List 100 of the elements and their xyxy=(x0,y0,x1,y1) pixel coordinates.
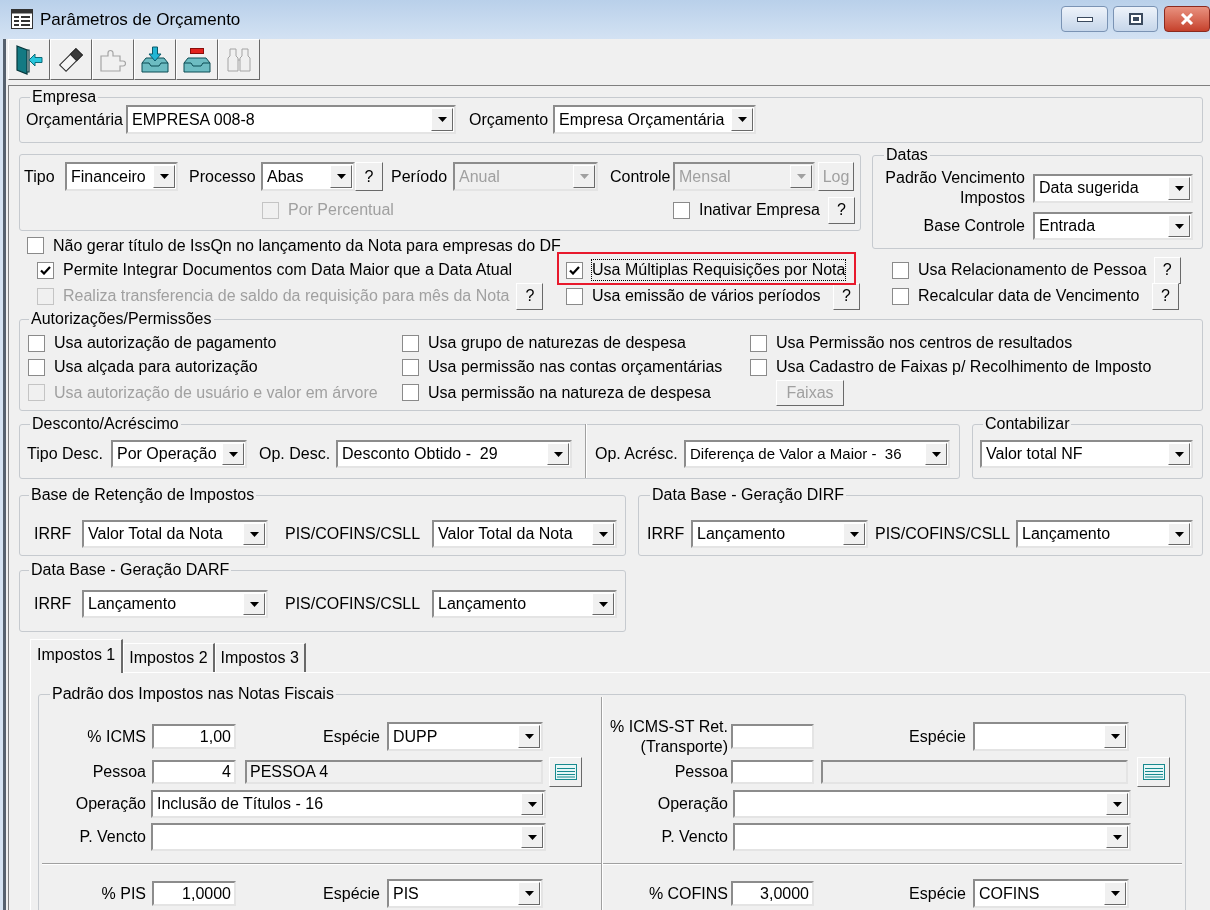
checkbox[interactable] xyxy=(28,334,45,352)
group-title: Base de Retenção de Impostos xyxy=(30,486,256,504)
group-title: Contabilizar xyxy=(984,415,1071,433)
minimize-button[interactable] xyxy=(1061,6,1108,32)
toolbar-button[interactable] xyxy=(50,39,92,80)
dropdown[interactable]: Data sugerida xyxy=(1033,173,1193,203)
field-label: % COFINS xyxy=(647,883,728,904)
field-label: Orçamentária xyxy=(26,109,124,130)
dropdown[interactable]: Lançamento xyxy=(82,590,268,618)
checkbox[interactable] xyxy=(892,261,909,279)
help-button[interactable]: ? xyxy=(828,196,855,224)
group-title: Autorizações/Permissões xyxy=(30,310,213,328)
checkbox[interactable] xyxy=(27,237,44,254)
checkbox-label: Usa Cadastro de Faixas p/ Recolhimento de Imposto xyxy=(775,357,1153,377)
field-label: Espécie xyxy=(323,726,380,747)
checkbox[interactable] xyxy=(566,261,583,279)
help-button[interactable]: ? xyxy=(355,162,383,191)
checkbox-label: Inativar Empresa xyxy=(698,200,821,220)
field-label: Período xyxy=(391,166,449,187)
group-title: Data Base - Geração DIRF xyxy=(651,486,846,504)
input-field[interactable] xyxy=(731,760,814,784)
dropdown[interactable] xyxy=(733,823,1131,851)
field-label: Pessoa xyxy=(91,762,146,782)
checkbox[interactable] xyxy=(566,287,583,305)
dropdown[interactable] xyxy=(733,790,1131,818)
readonly-field[interactable]: PESSOA 4 xyxy=(245,760,543,784)
help-button[interactable]: ? xyxy=(1152,282,1179,310)
dropdown[interactable]: Lançamento xyxy=(1016,520,1193,548)
dropdown[interactable]: Abas xyxy=(261,162,355,191)
dropdown[interactable]: Financeiro xyxy=(65,162,178,191)
field-label: IRRF xyxy=(647,524,686,544)
field-label: Tipo Desc. xyxy=(27,444,104,464)
input-field[interactable]: 4 xyxy=(152,760,236,784)
group-title: Desconto/Acréscimo xyxy=(31,415,180,433)
dropdown[interactable]: Lançamento xyxy=(432,590,617,618)
dropdown[interactable]: Lançamento xyxy=(691,520,868,548)
field-label: Tipo xyxy=(24,166,56,187)
tab[interactable]: Impostos 2 xyxy=(123,643,215,672)
checkbox-label: Usa permissão nas contas orçamentárias xyxy=(427,357,724,377)
field-label: % ICMS xyxy=(86,726,146,747)
field-label: % PIS xyxy=(100,883,146,904)
tab[interactable]: Impostos 3 xyxy=(214,643,306,672)
dropdown[interactable]: Valor total NF xyxy=(980,440,1193,468)
dropdown[interactable]: Valor Total da Nota xyxy=(82,520,268,548)
dropdown[interactable]: Inclusão de Títulos - 16 xyxy=(151,790,546,818)
list-button[interactable] xyxy=(1137,757,1170,787)
dropdown[interactable]: Diferença de Valor a Maior - 36 xyxy=(684,440,950,468)
help-button[interactable]: ? xyxy=(1153,256,1181,284)
checkbox[interactable] xyxy=(750,334,767,352)
checkbox-label: Permite Integrar Documentos com Data Maior que a Data Atual xyxy=(62,260,514,280)
dropdown[interactable]: EMPRESA 008-8 xyxy=(126,105,456,134)
field-label: Padrão Vencimento Impostos xyxy=(884,168,1025,208)
dropdown[interactable]: Por Operação xyxy=(111,440,247,468)
dropdown[interactable] xyxy=(973,722,1129,751)
restore-button[interactable] xyxy=(1113,6,1158,32)
dropdown[interactable]: DUPP xyxy=(387,722,543,751)
input-field[interactable] xyxy=(731,724,814,749)
list-icon xyxy=(554,764,577,780)
dropdown[interactable]: COFINS xyxy=(973,879,1129,908)
input-field[interactable]: 1,00 xyxy=(152,724,236,749)
checkbox-label: Usa emissão de vários períodos xyxy=(591,286,822,306)
close-button[interactable] xyxy=(1164,6,1210,32)
field-label: Espécie xyxy=(909,726,966,747)
checkbox-label: Recalcular data de Vencimento xyxy=(917,286,1141,306)
window-title: Parâmetros de Orçamento xyxy=(40,9,241,31)
dropdown[interactable]: Valor Total da Nota xyxy=(432,520,617,548)
toolbar-button[interactable] xyxy=(8,39,50,80)
field-label: Espécie xyxy=(909,883,966,904)
toolbar-button[interactable] xyxy=(176,39,218,80)
checkbox[interactable] xyxy=(402,334,419,352)
checkbox[interactable] xyxy=(402,358,419,376)
checkbox-label: Usa autorização de usuário e valor em árvore xyxy=(53,382,379,403)
input-field[interactable]: 3,0000 xyxy=(731,881,814,906)
input-field[interactable]: 1,0000 xyxy=(152,881,236,906)
checkbox[interactable] xyxy=(402,384,419,401)
group-title: Datas xyxy=(885,146,929,164)
dropdown[interactable]: PIS xyxy=(387,879,543,908)
tab[interactable]: Impostos 1 xyxy=(30,639,124,673)
dropdown[interactable] xyxy=(151,823,546,851)
close-icon xyxy=(1180,13,1194,25)
dropdown[interactable]: Desconto Obtido - 29 xyxy=(336,440,572,468)
readonly-field[interactable] xyxy=(821,760,1128,784)
dropdown[interactable]: Empresa Orçamentária xyxy=(553,105,756,134)
list-button[interactable] xyxy=(549,757,582,787)
field-label: P. Vencto xyxy=(660,827,728,847)
checkbox[interactable] xyxy=(892,287,909,305)
group-title: Padrão dos Impostos nas Notas Fiscais xyxy=(51,685,335,703)
checkbox[interactable] xyxy=(750,358,767,376)
checkbox[interactable] xyxy=(28,358,45,376)
checkbox[interactable] xyxy=(673,201,690,219)
group-title: Empresa xyxy=(31,88,98,106)
checkbox[interactable] xyxy=(37,261,54,279)
dropdown[interactable]: Entrada xyxy=(1033,212,1193,240)
checkbox-label: Usa Múltiplas Requisições por Nota xyxy=(591,259,847,281)
toolbar-button[interactable] xyxy=(134,39,176,80)
help-button[interactable]: ? xyxy=(833,282,860,310)
puzzle-icon xyxy=(100,47,126,72)
binoculars-icon xyxy=(226,46,252,73)
field-label: Base Controle xyxy=(922,216,1025,236)
field-label: PIS/COFINS/CSLL xyxy=(875,524,1012,544)
